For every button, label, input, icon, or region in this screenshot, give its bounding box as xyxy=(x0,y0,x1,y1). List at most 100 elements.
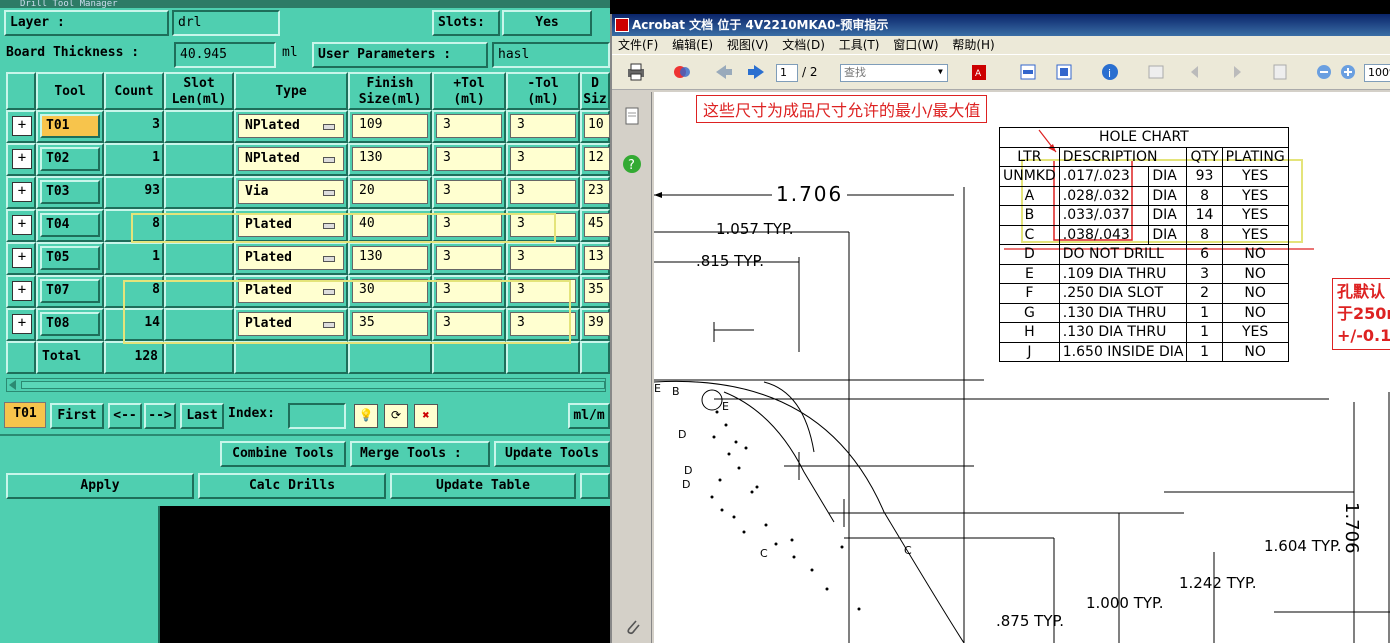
fit-width-icon[interactable] xyxy=(1018,63,1038,81)
plus-tol-field[interactable]: 3 xyxy=(436,180,502,204)
minus-tol-field[interactable]: 3 xyxy=(510,279,576,303)
slots-toggle[interactable]: Yes xyxy=(502,10,592,36)
prev-button[interactable]: <-- xyxy=(108,403,142,429)
finish-size-field[interactable]: 130 xyxy=(352,246,428,270)
color-icon[interactable] xyxy=(672,63,692,81)
user-parameters-field[interactable]: hasl xyxy=(492,42,610,68)
apply-button[interactable]: Apply xyxy=(6,473,194,499)
tool-name-button[interactable]: T03 xyxy=(40,180,100,204)
type-select[interactable]: Plated xyxy=(238,213,344,237)
menu-file[interactable]: 文件(F) xyxy=(618,38,658,52)
finish-size-field[interactable]: 35 xyxy=(352,312,428,336)
page-number-input[interactable]: 1 xyxy=(776,64,798,82)
help-icon[interactable]: ? xyxy=(622,154,642,174)
drill-size-field[interactable]: 39 xyxy=(584,312,610,336)
search-input[interactable]: 查找 xyxy=(840,64,948,82)
finish-size-field[interactable]: 20 xyxy=(352,180,428,204)
tool-name-button[interactable]: T02 xyxy=(40,147,100,171)
finish-size-field[interactable]: 30 xyxy=(352,279,428,303)
row-expand-icon[interactable]: + xyxy=(12,116,32,136)
drill-size-field[interactable]: 13 xyxy=(584,246,610,270)
scroll-left-arrow-icon[interactable] xyxy=(9,380,16,390)
plus-tol-field[interactable]: 3 xyxy=(436,213,502,237)
pages-panel-icon[interactable] xyxy=(624,106,640,126)
zoom-out-icon[interactable] xyxy=(1314,63,1334,81)
minus-tol-field[interactable]: 3 xyxy=(510,114,576,138)
pages-icon[interactable] xyxy=(1270,63,1290,81)
plus-tol-field[interactable]: 3 xyxy=(436,147,502,171)
tool-name-button[interactable]: T04 xyxy=(40,213,100,237)
attachment-icon[interactable] xyxy=(624,617,642,637)
type-select[interactable]: Plated xyxy=(238,312,344,336)
row-expand-icon[interactable]: + xyxy=(12,182,32,202)
drill-size-field[interactable]: 12 xyxy=(584,147,610,171)
last-button[interactable]: Last xyxy=(180,403,224,429)
bulb-icon[interactable]: 💡 xyxy=(354,404,378,428)
finish-size-field[interactable]: 109 xyxy=(352,114,428,138)
drill-size-field[interactable]: 10 xyxy=(584,114,610,138)
update-table-button[interactable]: Update Table xyxy=(390,473,576,499)
minus-tol-field[interactable]: 3 xyxy=(510,213,576,237)
rotate-right-icon[interactable] xyxy=(1224,63,1244,81)
type-select[interactable]: Plated xyxy=(238,246,344,270)
spellcheck-icon[interactable] xyxy=(1146,63,1166,81)
tool-name-button[interactable]: T07 xyxy=(40,279,100,303)
scrollbar-thumb[interactable] xyxy=(21,381,605,389)
row-expand-icon[interactable]: + xyxy=(12,215,32,235)
units-toggle[interactable]: ml/m xyxy=(568,403,610,429)
plus-tol-field[interactable]: 3 xyxy=(436,246,502,270)
next-page-icon[interactable] xyxy=(746,63,766,81)
menu-view[interactable]: 视图(V) xyxy=(727,38,769,52)
menu-edit[interactable]: 编辑(E) xyxy=(672,38,713,52)
menu-document[interactable]: 文档(D) xyxy=(782,38,825,52)
minus-tol-field[interactable]: 3 xyxy=(510,246,576,270)
extra-button[interactable] xyxy=(580,473,610,499)
menu-help[interactable]: 帮助(H) xyxy=(952,38,994,52)
plus-tol-field[interactable]: 3 xyxy=(436,279,502,303)
layer-field[interactable]: drl xyxy=(172,10,280,36)
column-header-drill-size: D Siz xyxy=(580,72,610,110)
drill-size-field[interactable]: 35 xyxy=(584,279,610,303)
rotate-left-icon[interactable] xyxy=(1188,63,1208,81)
chevron-down-icon[interactable]: ▼ xyxy=(938,67,943,76)
row-expand-icon[interactable]: + xyxy=(12,149,32,169)
calc-drills-button[interactable]: Calc Drills xyxy=(198,473,386,499)
menu-tools[interactable]: 工具(T) xyxy=(839,38,880,52)
next-button[interactable]: --> xyxy=(144,403,176,429)
plus-tol-field[interactable]: 3 xyxy=(436,114,502,138)
fit-page-icon[interactable] xyxy=(1054,63,1074,81)
type-select[interactable]: NPlated xyxy=(238,147,344,171)
first-button[interactable]: First xyxy=(50,403,104,429)
tool-name-button[interactable]: T05 xyxy=(40,246,100,270)
row-expand-icon[interactable]: + xyxy=(12,248,32,268)
refresh-icon[interactable]: ⟳ xyxy=(384,404,408,428)
finish-size-field[interactable]: 130 xyxy=(352,147,428,171)
drill-size-field[interactable]: 23 xyxy=(584,180,610,204)
horizontal-scrollbar[interactable] xyxy=(6,378,606,392)
tool-name-button[interactable]: T01 xyxy=(40,114,100,138)
board-thickness-field[interactable]: 40.945 xyxy=(174,42,276,68)
info-icon[interactable]: i xyxy=(1100,63,1120,81)
update-tools-button[interactable]: Update Tools xyxy=(494,441,610,467)
row-expand-icon[interactable]: + xyxy=(12,281,32,301)
type-select[interactable]: Via xyxy=(238,180,344,204)
minus-tol-field[interactable]: 3 xyxy=(510,312,576,336)
delete-icon[interactable]: ✖ xyxy=(414,404,438,428)
combine-tools-button[interactable]: Combine Tools xyxy=(220,441,346,467)
type-select[interactable]: Plated xyxy=(238,279,344,303)
plus-tol-field[interactable]: 3 xyxy=(436,312,502,336)
type-select[interactable]: NPlated xyxy=(238,114,344,138)
minus-tol-field[interactable]: 3 xyxy=(510,147,576,171)
finish-size-field[interactable]: 40 xyxy=(352,213,428,237)
adobe-pdf-icon[interactable]: A xyxy=(970,63,990,81)
prev-page-icon[interactable] xyxy=(714,63,734,81)
row-expand-icon[interactable]: + xyxy=(12,314,32,334)
tool-name-button[interactable]: T08 xyxy=(40,312,100,336)
print-icon[interactable] xyxy=(626,63,646,81)
drill-size-field[interactable]: 45 xyxy=(584,213,610,237)
zoom-input[interactable]: 100% xyxy=(1364,64,1390,82)
zoom-in-icon[interactable] xyxy=(1338,63,1358,81)
index-field[interactable] xyxy=(288,403,346,429)
menu-window[interactable]: 窗口(W) xyxy=(893,38,938,52)
minus-tol-field[interactable]: 3 xyxy=(510,180,576,204)
